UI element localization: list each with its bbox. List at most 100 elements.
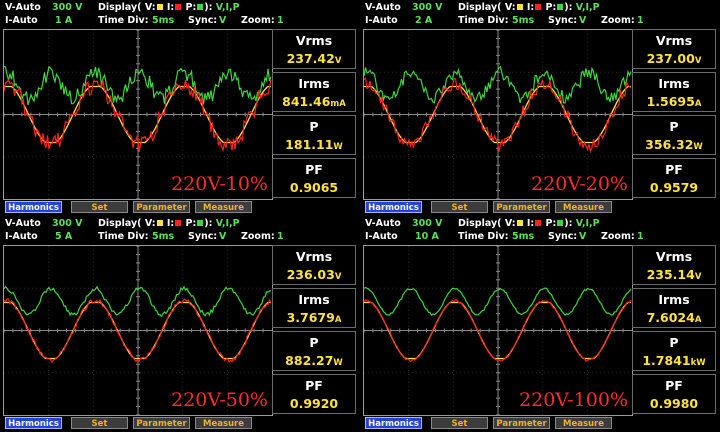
time-div-label[interactable]: Time Div:: [98, 230, 149, 243]
i-range-value[interactable]: 5 A: [55, 230, 72, 243]
v-auto-label[interactable]: V-Auto: [365, 1, 401, 14]
current-color-swatch: [535, 4, 542, 10]
zoom-value[interactable]: 1: [277, 230, 284, 243]
irms-cell[interactable]: Irms 841.46mA: [272, 72, 356, 112]
vrms-value: 237.42V: [273, 51, 355, 66]
sync-value[interactable]: V: [219, 14, 226, 27]
irms-cell[interactable]: Irms 1.5695A: [632, 72, 716, 112]
measure-button[interactable]: Measure: [195, 201, 252, 213]
v-range-value[interactable]: 300 V: [412, 217, 443, 230]
v-auto-label[interactable]: V-Auto: [5, 1, 41, 14]
i-auto-label[interactable]: I-Auto: [5, 14, 38, 27]
softkey-bar: Harmonics Set Parameter Measure: [360, 201, 720, 215]
i-range-value[interactable]: 10 A: [415, 230, 439, 243]
vrms-number: 237.00: [646, 51, 695, 66]
v-auto-label[interactable]: V-Auto: [5, 217, 41, 230]
measure-button[interactable]: Measure: [195, 417, 252, 429]
time-div-value[interactable]: 5ms: [152, 14, 174, 27]
power-number: 882.27: [285, 353, 334, 368]
power-cell[interactable]: P 356.32W: [632, 115, 716, 155]
harmonics-button[interactable]: Harmonics: [5, 201, 62, 213]
set-button[interactable]: Set: [71, 417, 128, 429]
vrms-cell[interactable]: Vrms 237.42V: [272, 29, 356, 69]
i-auto-label[interactable]: I-Auto: [5, 230, 38, 243]
parameter-button[interactable]: Parameter: [493, 201, 550, 213]
power-value: 1.7841kW: [633, 353, 715, 368]
pf-label: PF: [665, 378, 683, 393]
v-range-value[interactable]: 300 V: [52, 1, 83, 14]
harmonics-button[interactable]: Harmonics: [365, 417, 422, 429]
time-div-value[interactable]: 5ms: [512, 14, 534, 27]
display-label[interactable]: Display( V: I: P:): V,I,P: [98, 217, 240, 230]
vrms-cell[interactable]: Vrms 237.00V: [632, 29, 716, 69]
display-i-text: I:: [166, 218, 175, 229]
display-label[interactable]: Display( V: I: P:): V,I,P: [458, 1, 600, 14]
display-label[interactable]: Display( V: I: P:): V,I,P: [98, 1, 240, 14]
display-p-text: P:: [545, 2, 557, 13]
power-cell[interactable]: P 1.7841kW: [632, 331, 716, 371]
power-unit: W: [693, 142, 703, 152]
set-button[interactable]: Set: [431, 417, 488, 429]
zoom-label[interactable]: Zoom:: [241, 230, 275, 243]
i-auto-label[interactable]: I-Auto: [365, 14, 398, 27]
set-button[interactable]: Set: [71, 201, 128, 213]
time-div-label[interactable]: Time Div:: [458, 230, 509, 243]
pf-cell[interactable]: PF 0.9579: [632, 158, 716, 198]
set-button[interactable]: Set: [431, 201, 488, 213]
sync-value[interactable]: V: [219, 230, 226, 243]
parameter-button[interactable]: Parameter: [493, 417, 550, 429]
sync-value[interactable]: V: [579, 14, 586, 27]
parameter-button[interactable]: Parameter: [133, 201, 190, 213]
voltage-color-swatch: [516, 220, 523, 226]
i-auto-label[interactable]: I-Auto: [365, 230, 398, 243]
display-label[interactable]: Display( V: I: P:): V,I,P: [458, 217, 600, 230]
power-value: 356.32W: [633, 137, 715, 152]
v-range-value[interactable]: 300 V: [412, 1, 443, 14]
v-auto-label[interactable]: V-Auto: [365, 217, 401, 230]
sync-label[interactable]: Sync:: [188, 14, 217, 27]
vrms-cell[interactable]: Vrms 235.14V: [632, 245, 716, 285]
sync-value[interactable]: V: [579, 230, 586, 243]
irms-unit: A: [694, 99, 702, 109]
time-div-value[interactable]: 5ms: [512, 230, 534, 243]
irms-number: 3.7679: [286, 310, 335, 325]
time-div-label[interactable]: Time Div:: [98, 14, 149, 27]
zoom-label[interactable]: Zoom:: [601, 230, 635, 243]
power-label: P: [669, 335, 679, 350]
sync-label[interactable]: Sync:: [548, 14, 577, 27]
current-color-swatch: [175, 4, 182, 10]
pf-cell[interactable]: PF 0.9980: [632, 374, 716, 414]
irms-unit: mA: [330, 99, 346, 109]
v-range-value[interactable]: 300 V: [52, 217, 83, 230]
time-div-label[interactable]: Time Div:: [458, 14, 509, 27]
sync-label[interactable]: Sync:: [548, 230, 577, 243]
vrms-cell[interactable]: Vrms 236.03V: [272, 245, 356, 285]
panel-header: V-Auto 300 V I-Auto 5 A Display( V: I: P…: [0, 216, 360, 244]
measure-button[interactable]: Measure: [555, 201, 612, 213]
measurement-panel: Vrms 237.42V Irms 841.46mA P 181.11W PF …: [272, 29, 356, 198]
time-div-value[interactable]: 5ms: [152, 230, 174, 243]
power-cell[interactable]: P 181.11W: [272, 115, 356, 155]
parameter-button[interactable]: Parameter: [133, 417, 190, 429]
pf-cell[interactable]: PF 0.9920: [272, 374, 356, 414]
i-range-value[interactable]: 2 A: [415, 14, 432, 27]
pf-label: PF: [305, 162, 323, 177]
load-overlay-label: 220V-10%: [171, 173, 268, 195]
zoom-label[interactable]: Zoom:: [241, 14, 275, 27]
zoom-value[interactable]: 1: [277, 14, 284, 27]
measure-button[interactable]: Measure: [555, 417, 612, 429]
zoom-value[interactable]: 1: [637, 230, 644, 243]
irms-cell[interactable]: Irms 3.7679A: [272, 288, 356, 328]
pf-cell[interactable]: PF 0.9065: [272, 158, 356, 198]
irms-cell[interactable]: Irms 7.6024A: [632, 288, 716, 328]
vrms-number: 236.03: [286, 267, 335, 282]
harmonics-button[interactable]: Harmonics: [5, 417, 62, 429]
panel-2: V-Auto 300 V I-Auto 2 A Display( V: I: P…: [360, 0, 720, 216]
power-number: 1.7841: [642, 353, 691, 368]
i-range-value[interactable]: 1 A: [55, 14, 72, 27]
zoom-label[interactable]: Zoom:: [601, 14, 635, 27]
sync-label[interactable]: Sync:: [188, 230, 217, 243]
zoom-value[interactable]: 1: [637, 14, 644, 27]
power-cell[interactable]: P 882.27W: [272, 331, 356, 371]
harmonics-button[interactable]: Harmonics: [365, 201, 422, 213]
